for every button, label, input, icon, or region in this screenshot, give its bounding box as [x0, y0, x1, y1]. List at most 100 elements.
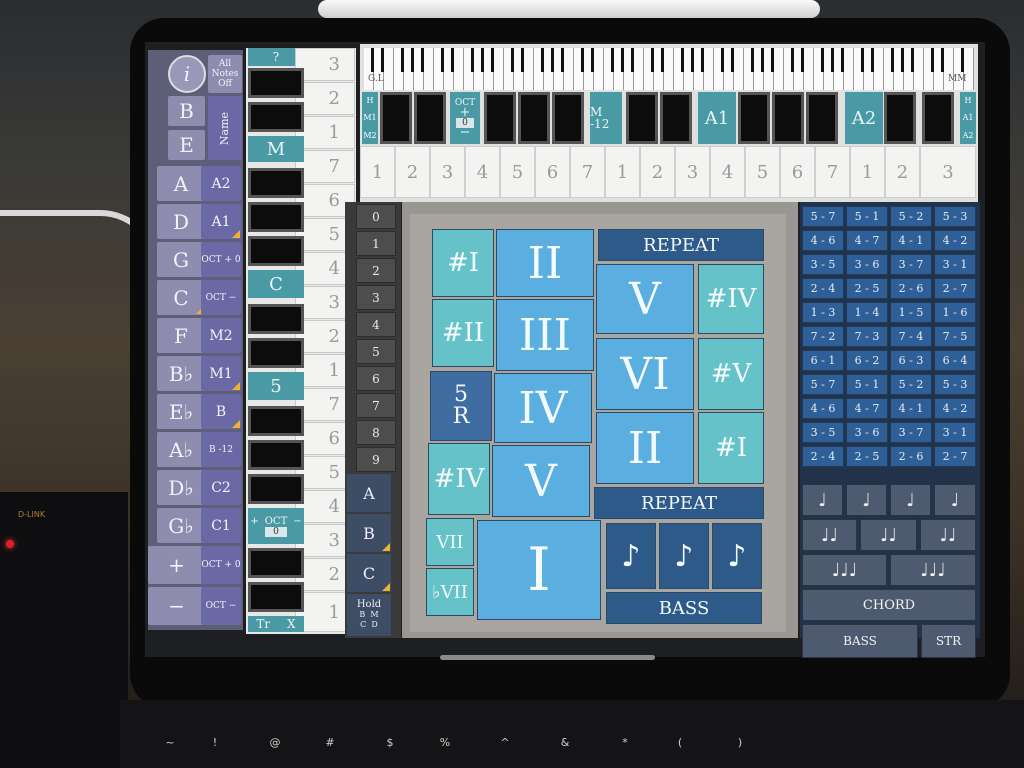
vk-teal-m[interactable]: M: [248, 136, 304, 162]
vk-black-key[interactable]: [248, 304, 304, 334]
interval-cell[interactable]: 1 - 4: [846, 302, 888, 323]
repeat-top-button[interactable]: REPEAT: [598, 229, 764, 261]
interval-cell[interactable]: 5 - 1: [846, 374, 888, 395]
note-button-c[interactable]: C: [157, 280, 205, 315]
interval-cell[interactable]: 5 - 7: [802, 206, 844, 227]
chord-sharp-iv-right[interactable]: #IV: [698, 264, 764, 334]
interval-cell[interactable]: 5 - 2: [890, 206, 932, 227]
mini-white-key[interactable]: [424, 48, 434, 90]
top-white-key[interactable]: 4: [465, 146, 500, 198]
octave-up-button-2[interactable]: OCT + 0: [201, 546, 241, 584]
top-white-key[interactable]: 2: [885, 146, 920, 198]
interval-cell[interactable]: 2 - 7: [934, 446, 976, 467]
interval-cell[interactable]: 6 - 2: [846, 350, 888, 371]
top-white-key[interactable]: 3: [430, 146, 465, 198]
top-black-key[interactable]: [884, 92, 916, 144]
top-black-key[interactable]: [660, 92, 692, 144]
top-white-key[interactable]: 6: [535, 146, 570, 198]
interval-cell[interactable]: 2 - 4: [802, 278, 844, 299]
vk-black-key[interactable]: [248, 582, 304, 612]
note-button-a-flat[interactable]: A♭: [157, 432, 205, 467]
top-teal-m-minus12[interactable]: M -12: [590, 92, 622, 144]
vk-teal-c[interactable]: C: [248, 270, 304, 298]
interval-cell[interactable]: 5 - 1: [846, 206, 888, 227]
top-white-key[interactable]: 2: [395, 146, 430, 198]
info-icon[interactable]: i: [168, 55, 206, 93]
vk-black-key[interactable]: [248, 102, 304, 132]
mode-c2-button[interactable]: C2: [201, 470, 241, 505]
plus-icon[interactable]: +: [250, 516, 258, 527]
mini-white-key[interactable]: [804, 48, 814, 90]
letter-button-a[interactable]: A: [347, 474, 391, 512]
mini-white-key[interactable]: [524, 48, 534, 90]
top-black-key[interactable]: [738, 92, 770, 144]
mini-white-key[interactable]: [704, 48, 714, 90]
bass-pad-button[interactable]: BASS: [606, 592, 762, 624]
name-button[interactable]: Name: [208, 96, 242, 160]
interval-cell[interactable]: 6 - 1: [802, 350, 844, 371]
mini-white-key[interactable]: [914, 48, 924, 90]
eighth-note-icon[interactable]: ♪: [712, 523, 762, 589]
vk-white-key[interactable]: 7: [295, 150, 355, 183]
mode-b-button[interactable]: B: [201, 394, 241, 429]
vk-black-key[interactable]: [248, 406, 304, 436]
interval-cell[interactable]: 4 - 7: [846, 230, 888, 251]
number-button-9[interactable]: 9: [356, 447, 396, 472]
interval-cell[interactable]: 3 - 1: [934, 254, 976, 275]
top-white-key[interactable]: 1: [360, 146, 395, 198]
chord-vi[interactable]: VI: [596, 338, 694, 410]
top-white-key[interactable]: 1: [605, 146, 640, 198]
interval-cell[interactable]: 4 - 2: [934, 398, 976, 419]
repeat-mid-button[interactable]: REPEAT: [594, 487, 764, 519]
chord-sharp-i[interactable]: #I: [432, 229, 494, 297]
top-black-key[interactable]: [380, 92, 412, 144]
interval-cell[interactable]: 3 - 1: [934, 422, 976, 443]
interval-cell[interactable]: 1 - 6: [934, 302, 976, 323]
mode-m2-button[interactable]: M2: [201, 318, 241, 353]
strum-mode-button[interactable]: STR: [921, 624, 976, 658]
interval-cell[interactable]: 4 - 7: [846, 398, 888, 419]
minus-icon[interactable]: −: [293, 516, 301, 527]
note-button-g[interactable]: G: [157, 242, 205, 277]
vk-black-key[interactable]: [248, 338, 304, 368]
quarter-note-button[interactable]: ♩: [934, 484, 976, 516]
mode-c1-button[interactable]: C1: [201, 508, 241, 543]
eighth-note-icon[interactable]: ♪: [659, 523, 709, 589]
interval-cell[interactable]: 7 - 4: [890, 326, 932, 347]
vk-white-key[interactable]: 2: [295, 82, 355, 115]
chord-sharp-ii[interactable]: #II: [432, 299, 494, 367]
double-note-button[interactable]: ♩♩: [860, 519, 917, 551]
top-white-key[interactable]: 4: [710, 146, 745, 198]
mini-white-key[interactable]: [564, 48, 574, 90]
top-white-key[interactable]: 6: [780, 146, 815, 198]
mini-white-key[interactable]: [664, 48, 674, 90]
chord-ii-right[interactable]: II: [596, 412, 694, 484]
interval-cell[interactable]: 4 - 1: [890, 398, 932, 419]
five-r-button[interactable]: 5 R: [430, 371, 492, 441]
chord-sharp-i-right[interactable]: #I: [698, 412, 764, 484]
octave-down-button[interactable]: OCT −: [201, 280, 241, 315]
top-white-key[interactable]: 3: [675, 146, 710, 198]
vk-black-key[interactable]: [248, 474, 304, 504]
chord-vii[interactable]: VII: [426, 518, 474, 566]
hold-button[interactable]: Hold B M C D: [347, 594, 391, 636]
top-black-key[interactable]: [806, 92, 838, 144]
mode-a2-button[interactable]: A2: [201, 166, 241, 201]
mini-white-key[interactable]: [494, 48, 504, 90]
number-button-0[interactable]: 0: [356, 204, 396, 229]
interval-cell[interactable]: 4 - 6: [802, 398, 844, 419]
close-icon[interactable]: X: [287, 617, 296, 631]
interval-cell[interactable]: 4 - 1: [890, 230, 932, 251]
quarter-note-button[interactable]: ♩: [846, 484, 887, 516]
interval-cell[interactable]: 3 - 7: [890, 254, 932, 275]
mini-white-key[interactable]: [774, 48, 784, 90]
top-white-key[interactable]: 7: [570, 146, 605, 198]
number-button-2[interactable]: 2: [356, 258, 396, 283]
top-black-key[interactable]: [772, 92, 804, 144]
top-white-key[interactable]: 2: [640, 146, 675, 198]
note-button-a[interactable]: A: [157, 166, 205, 201]
note-button-b[interactable]: B: [168, 96, 205, 126]
chord-sharp-v[interactable]: #V: [698, 338, 764, 410]
number-button-5[interactable]: 5: [356, 339, 396, 364]
chord-iv[interactable]: IV: [494, 373, 592, 443]
